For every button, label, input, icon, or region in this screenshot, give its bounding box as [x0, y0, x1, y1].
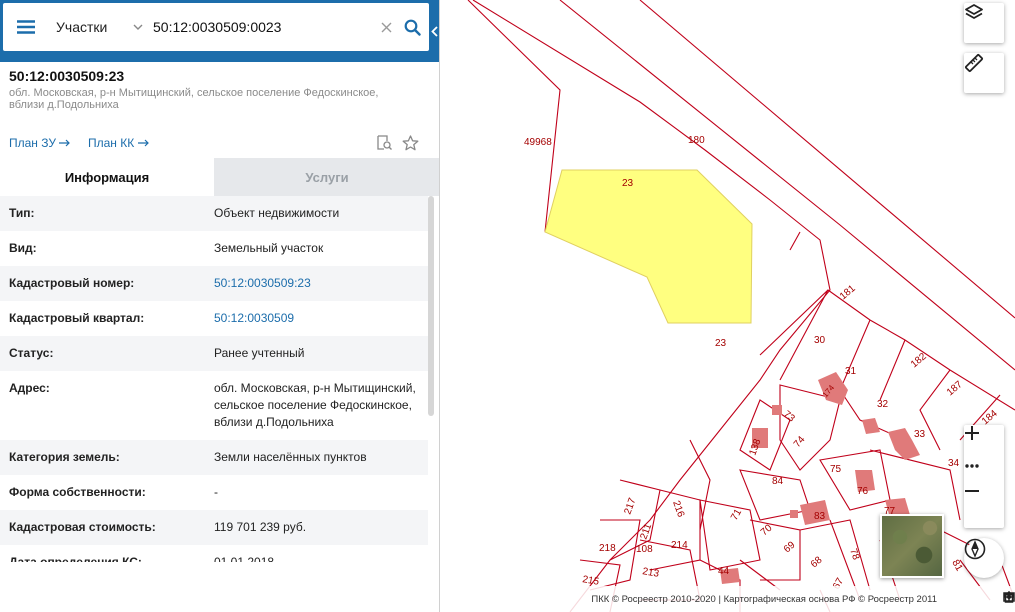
chevron-down-icon	[133, 24, 143, 30]
info-row-kind: Вид: Земельный участок	[0, 231, 428, 266]
info-value: Земли населённых пунктов	[214, 450, 367, 464]
info-value: 01.01.2018	[214, 555, 275, 562]
layers-button[interactable]	[964, 3, 1004, 43]
parcel-label: 31	[845, 366, 857, 377]
info-key: Кадастровый номер:	[9, 276, 135, 290]
info-key: Тип:	[9, 206, 35, 220]
compass-button[interactable]	[964, 538, 1004, 578]
star-icon	[402, 135, 418, 151]
object-title: 50:12:0030509:23	[9, 68, 125, 84]
parcel-label: 84	[772, 476, 784, 487]
parcel-label: 76	[857, 486, 869, 497]
arrow-right-icon	[137, 139, 149, 147]
chevron-left-icon	[431, 25, 438, 37]
parcel-label: 34	[948, 458, 960, 469]
info-value: -	[214, 485, 218, 499]
parcel-label: 180	[688, 135, 705, 146]
parcel-label: 214	[671, 540, 688, 551]
info-key: Статус:	[9, 346, 54, 360]
search-box: Участки	[3, 3, 429, 51]
parcel-label: 32	[877, 399, 889, 410]
arrow-right-icon	[59, 139, 71, 147]
cadastral-quarter-link[interactable]: 50:12:0030509	[214, 310, 424, 327]
info-value: 119 701 239 руб.	[214, 520, 307, 534]
info-row-address: Адрес: обл. Московская, р-н Мытищинский,…	[0, 371, 428, 440]
info-key: Категория земель:	[9, 450, 120, 464]
info-row-type: Тип: Объект недвижимости	[0, 196, 428, 231]
search-type-label: Участки	[56, 19, 108, 35]
search-type-select[interactable]: Участки	[49, 3, 149, 51]
parcel-label: 83	[814, 511, 826, 522]
zoom-in-button[interactable]	[964, 425, 1004, 463]
zoom-more-button[interactable]	[964, 463, 1004, 489]
info-value: Земельный участок	[214, 241, 324, 255]
dots-icon	[965, 464, 979, 468]
search-button[interactable]	[399, 3, 425, 51]
parcel-label: 23	[715, 338, 727, 349]
menu-button[interactable]	[3, 3, 49, 51]
info-scrollbar[interactable]	[428, 196, 434, 416]
hamburger-icon	[17, 20, 35, 34]
minus-icon	[965, 490, 979, 492]
object-header: 50:12:0030509:23 обл. Московская, р-н Мы…	[9, 68, 429, 111]
clear-search-button[interactable]	[373, 3, 399, 51]
search-bar: Участки	[0, 0, 439, 62]
layers-icon	[965, 4, 983, 19]
basemap-switcher-thumbnail[interactable]	[880, 514, 944, 578]
plan-kk-label: План КК	[88, 136, 135, 150]
plus-icon	[965, 426, 979, 440]
plan-zu-label: План ЗУ	[9, 136, 56, 150]
parcel-label: 30	[814, 335, 826, 346]
parcel-label: 108	[636, 544, 653, 555]
plan-links: План ЗУ План КК	[9, 134, 429, 154]
info-value: Ранее учтенный	[214, 346, 305, 360]
parcel-label: 75	[830, 464, 842, 475]
zoom-out-button[interactable]	[964, 489, 1004, 528]
info-key: Кадастровый квартал:	[9, 311, 145, 325]
tab-services[interactable]: Услуги	[214, 158, 439, 196]
ruler-icon	[965, 54, 983, 72]
info-value: Объект недвижимости	[214, 206, 340, 220]
info-panel: Участки 50:12:0030509:23 обл. Московская…	[0, 0, 440, 612]
info-value: обл. Московская, р-н Мытищинский, сельск…	[214, 381, 416, 429]
panel-tabs: Информация Услуги	[0, 158, 439, 196]
parcel-label: 33	[914, 429, 926, 440]
search-icon	[404, 19, 421, 36]
info-row-ownership: Форма собственности: -	[0, 475, 428, 510]
info-row-cadastral-value: Кадастровая стоимость: 119 701 239 руб.	[0, 510, 428, 545]
info-key: Адрес:	[9, 381, 50, 395]
object-address: обл. Московская, р-н Мытищинский, сельск…	[9, 87, 379, 111]
document-search-icon	[376, 135, 392, 150]
parcel-label: 23	[622, 178, 634, 189]
search-input[interactable]	[149, 3, 373, 51]
zoom-controls	[964, 425, 1004, 528]
info-key: Дата определения КС:	[9, 555, 142, 562]
info-key: Форма собственности:	[9, 485, 146, 499]
parcel-label: 44	[718, 566, 730, 577]
parcel-label: 49968	[524, 137, 552, 148]
info-key: Вид:	[9, 241, 37, 255]
cadastral-number-link[interactable]: 50:12:0030509:23	[214, 275, 424, 292]
info-key: Кадастровая стоимость:	[9, 520, 156, 534]
favorite-button[interactable]	[400, 134, 420, 152]
info-row-land-category: Категория земель: Земли населённых пункт…	[0, 440, 428, 475]
measure-button[interactable]	[964, 53, 1004, 93]
tab-info[interactable]: Информация	[0, 158, 214, 196]
info-row-cadastral-number: Кадастровый номер: 50:12:0030509:23	[0, 266, 428, 301]
plan-kk-link[interactable]: План КК	[88, 136, 149, 150]
parcel-label: 218	[599, 543, 616, 554]
compass-icon	[964, 538, 986, 560]
info-row-cadastral-quarter: Кадастровый квартал: 50:12:0030509	[0, 301, 428, 336]
find-on-map-button[interactable]	[374, 134, 394, 152]
fullscreen-icon[interactable]	[1003, 591, 1015, 603]
collapse-panel-button[interactable]	[429, 0, 439, 62]
close-icon	[381, 22, 391, 32]
plan-zu-link[interactable]: План ЗУ	[9, 136, 71, 150]
map-attribution: ПКК © Росреестр 2010-2020 | Картографиче…	[440, 586, 1015, 612]
info-row-valuation-date: Дата определения КС: 01.01.2018	[0, 545, 428, 562]
info-row-status: Статус: Ранее учтенный	[0, 336, 428, 371]
info-table: Тип: Объект недвижимости Вид: Земельный …	[0, 196, 428, 562]
attribution-text: ПКК © Росреестр 2010-2020 | Картографиче…	[591, 593, 937, 605]
